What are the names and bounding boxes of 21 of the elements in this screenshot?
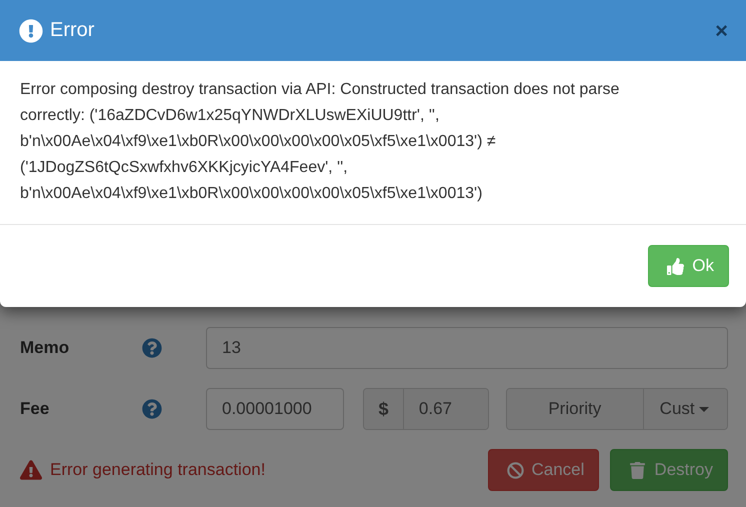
trash-icon [629, 462, 646, 478]
help-icon[interactable] [142, 399, 162, 419]
fee-label: Fee [20, 399, 50, 419]
error-text: Error composing destroy transaction via API: Constructed transaction does not parse correctly: ('16aZDCvD6w1x25qYNWDrXLUswEXiUU9ttr', '', b'n\x00Ae\x04\xf9\xe1\xb0R\x00\x00\x00\x00\x05\xf5\xe1\x0013') ≠ ('1JDogZS6tQcSxwfxhv6XKKjcyicYA4Feev', '', b'n\x00Ae\x04\xf9\xe1\xb0R\x00\x00\x00\x00\x05\xf5\xe1\x0013') [0, 61, 746, 225]
cancel-icon [506, 462, 524, 478]
help-icon[interactable] [142, 338, 162, 358]
priority-button[interactable]: Priority [506, 389, 644, 429]
caret-icon [698, 406, 709, 412]
thumbs-up-icon [667, 258, 684, 274]
dialog-title: Error [50, 19, 96, 42]
memo-field[interactable]: 13 [206, 327, 728, 369]
memo-label: Memo [20, 338, 70, 358]
fee-mode-dropdown[interactable]: Cust [644, 389, 727, 429]
alert-icon [19, 18, 43, 42]
fee-field[interactable]: 0.00001000 [206, 388, 344, 430]
close-button[interactable]: × [715, 18, 728, 44]
destroy-button[interactable]: Destroy [610, 449, 728, 491]
warning-icon [20, 460, 42, 480]
cancel-button[interactable]: Cancel [488, 449, 600, 491]
ok-button[interactable]: Ok [648, 245, 729, 287]
error-message: Error generating transaction! [50, 460, 266, 480]
